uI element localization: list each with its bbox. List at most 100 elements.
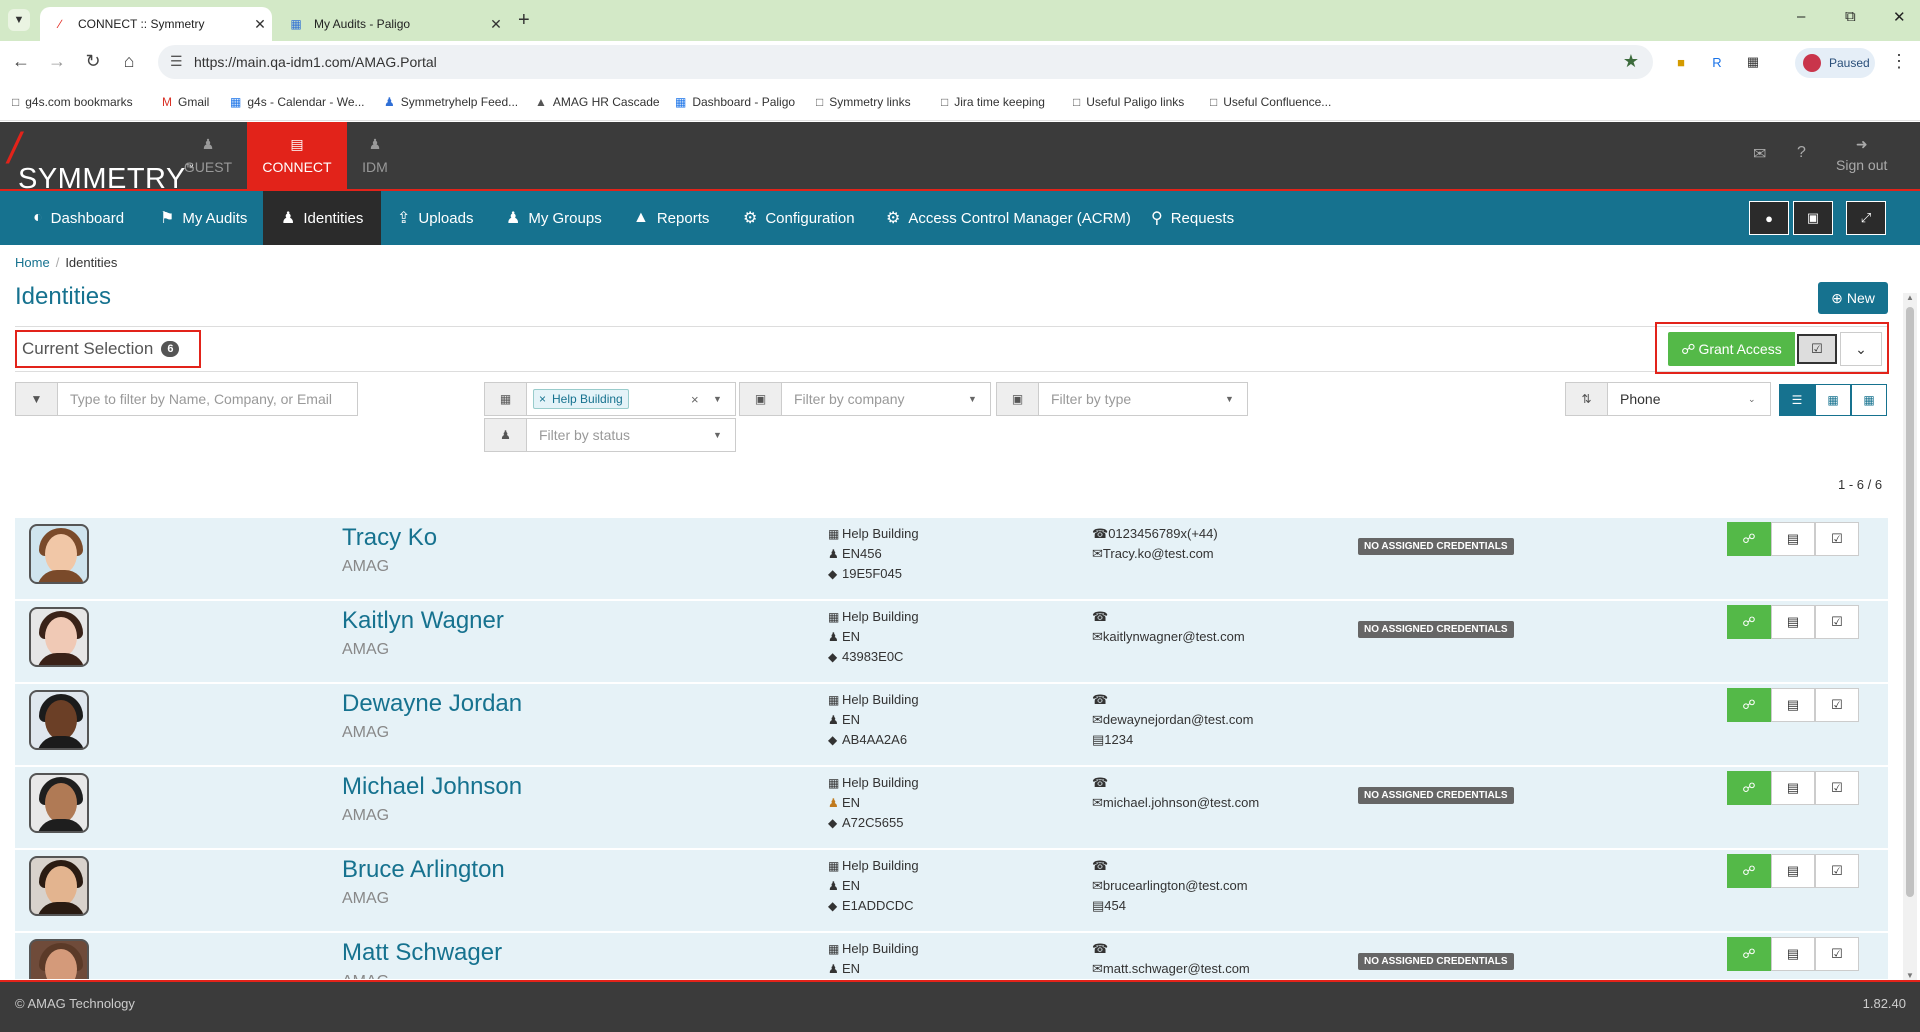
bookmark-item[interactable]: M Gmail xyxy=(162,95,209,109)
extensions-puzzle-icon[interactable]: ▦ xyxy=(1743,52,1763,72)
actions-dropdown-button[interactable]: ⌄ xyxy=(1840,332,1882,366)
current-selection[interactable]: Current Selection 6 xyxy=(15,330,201,368)
nav-my-groups[interactable]: ♟ My Groups xyxy=(488,191,620,245)
sort-select[interactable]: ⇅ Phone ⌄ xyxy=(1565,382,1771,416)
identity-row[interactable]: Tracy Ko AMAG ▦ Help Building ♟ EN456 ◆ 19E… xyxy=(15,518,1888,600)
identity-row[interactable]: Kaitlyn Wagner AMAG ▦ Help Building ♟ EN ◆… xyxy=(15,601,1888,683)
back-icon[interactable]: ← xyxy=(9,51,33,72)
new-button[interactable]: ⊕ New xyxy=(1818,282,1888,314)
grant-access-row-button[interactable]: ☍ xyxy=(1727,522,1771,556)
avatar[interactable] xyxy=(29,939,89,979)
reload-icon[interactable]: ↻ xyxy=(81,51,105,72)
nav-my-audits[interactable]: ⚑ My Audits xyxy=(142,191,265,245)
scrollbar[interactable]: ▲ ▼ xyxy=(1903,293,1917,980)
search-input[interactable]: Type to filter by Name, Company, or Emai… xyxy=(58,391,357,407)
building-filter[interactable]: ▦ × Help Building × ▼ xyxy=(484,382,736,416)
avatar[interactable] xyxy=(29,773,89,833)
bookmark-item[interactable]: ♟ Symmetryhelp Feed... xyxy=(384,95,518,109)
select-all-button[interactable]: ☑ xyxy=(1797,334,1837,364)
identity-name[interactable]: Tracy Ko xyxy=(342,524,437,552)
bookmark-item[interactable]: □ Useful Paligo links xyxy=(1073,95,1184,109)
identity-row[interactable]: Dewayne Jordan AMAG ▦ Help Building ♟ EN ◆… xyxy=(15,684,1888,766)
mail-icon[interactable]: ✉ xyxy=(1753,144,1766,164)
credential-card-button[interactable]: ▤ xyxy=(1771,771,1815,805)
grant-access-row-button[interactable]: ☍ xyxy=(1727,854,1771,888)
select-row-button[interactable]: ☑ xyxy=(1815,937,1859,971)
nav-requests[interactable]: ⚲ Requests xyxy=(1133,191,1252,245)
bookmark-item[interactable]: ▲ AMAG HR Cascade xyxy=(535,95,660,109)
globe-button[interactable]: ● xyxy=(1749,201,1789,235)
grant-access-row-button[interactable]: ☍ xyxy=(1727,688,1771,722)
grid-view-button[interactable]: ▦ xyxy=(1815,384,1851,416)
table-view-button[interactable]: ▦ xyxy=(1851,384,1887,416)
nav-uploads[interactable]: ⇪ Uploads xyxy=(379,191,491,245)
scrollbar-thumb[interactable] xyxy=(1906,307,1914,897)
select-row-button[interactable]: ☑ xyxy=(1815,854,1859,888)
tab-search-button[interactable]: ▼ xyxy=(8,9,30,31)
remove-tag-icon[interactable]: × xyxy=(539,392,546,406)
status-filter[interactable]: ♟ Filter by status ▼ xyxy=(484,418,736,452)
bookmark-star-icon[interactable]: ★ xyxy=(1623,51,1639,72)
credential-card-button[interactable]: ▤ xyxy=(1771,937,1815,971)
select-row-button[interactable]: ☑ xyxy=(1815,771,1859,805)
extension-r-icon[interactable]: R xyxy=(1707,52,1727,72)
list-view-button[interactable]: ☰ xyxy=(1779,384,1815,416)
avatar[interactable] xyxy=(29,856,89,916)
home-icon[interactable]: ⌂ xyxy=(117,51,141,72)
bookmark-item[interactable]: ▦ g4s - Calendar - We... xyxy=(230,95,365,109)
bookmark-item[interactable]: □ Jira time keeping xyxy=(941,95,1045,109)
building-tag[interactable]: × Help Building xyxy=(533,389,629,409)
type-filter[interactable]: ▣ Filter by type ▼ xyxy=(996,382,1248,416)
sign-out-button[interactable]: ➜ Sign out xyxy=(1836,136,1887,173)
site-settings-icon[interactable]: ☰ xyxy=(170,53,183,70)
module-guest[interactable]: ♟ GUEST xyxy=(158,122,258,191)
nav-identities[interactable]: ♟ Identities xyxy=(263,191,382,245)
company-filter[interactable]: ▣ Filter by company ▼ xyxy=(739,382,991,416)
bookmark-item[interactable]: □ Symmetry links xyxy=(816,95,911,109)
help-icon[interactable]: ? xyxy=(1797,144,1806,162)
nav-acrm[interactable]: ⚙ Access Control Manager (ACRM) xyxy=(868,191,1149,245)
browser-tab[interactable]: ▦ My Audits - Paligo ✕ xyxy=(276,7,508,41)
fullscreen-button[interactable]: ⤢ xyxy=(1846,201,1886,235)
grant-access-row-button[interactable]: ☍ xyxy=(1727,771,1771,805)
new-tab-icon[interactable]: + xyxy=(518,9,530,32)
credential-card-button[interactable]: ▤ xyxy=(1771,522,1815,556)
scroll-up-icon[interactable]: ▲ xyxy=(1906,293,1914,302)
grant-access-row-button[interactable]: ☍ xyxy=(1727,937,1771,971)
bookmark-item[interactable]: □ g4s.com bookmarks xyxy=(12,95,133,109)
close-tab-icon[interactable]: ✕ xyxy=(248,16,272,33)
avatar[interactable] xyxy=(29,607,89,667)
grant-access-row-button[interactable]: ☍ xyxy=(1727,605,1771,639)
select-row-button[interactable]: ☑ xyxy=(1815,522,1859,556)
identity-name[interactable]: Michael Johnson xyxy=(342,773,522,801)
breadcrumb-home[interactable]: Home xyxy=(15,255,50,270)
grant-access-button[interactable]: ☍ Grant Access xyxy=(1668,332,1795,366)
identity-row[interactable]: Matt Schwager AMAG ▦Help Building ♟EN ◆ … xyxy=(15,933,1888,980)
avatar[interactable] xyxy=(29,524,89,584)
profile-button[interactable]: Paused xyxy=(1795,48,1875,78)
close-window-icon[interactable]: ✕ xyxy=(1893,8,1906,26)
nav-configuration[interactable]: ⚙ Configuration xyxy=(725,191,873,245)
identity-name[interactable]: Matt Schwager xyxy=(342,939,502,967)
identity-name[interactable]: Bruce Arlington xyxy=(342,856,505,884)
bookmark-item[interactable]: □ Useful Confluence... xyxy=(1210,95,1331,109)
browser-tab-active[interactable]: ∕ CONNECT :: Symmetry ✕ xyxy=(40,7,272,41)
restore-icon[interactable]: ⧉ xyxy=(1845,8,1856,25)
nav-reports[interactable]: ▲ Reports xyxy=(615,191,727,245)
browser-menu-icon[interactable]: ⋮ xyxy=(1890,51,1908,72)
credential-card-button[interactable]: ▤ xyxy=(1771,854,1815,888)
module-idm[interactable]: ♟ IDM xyxy=(325,122,425,191)
nav-dashboard[interactable]: ◐ Dashboard xyxy=(15,191,142,245)
close-tab-icon[interactable]: ✕ xyxy=(484,16,508,33)
extension-icon[interactable]: ■ xyxy=(1671,52,1691,72)
identity-row[interactable]: Bruce Arlington AMAG ▦ Help Building ♟ EN … xyxy=(15,850,1888,932)
identity-name[interactable]: Dewayne Jordan xyxy=(342,690,522,718)
address-bar[interactable]: ☰ https://main.qa-idm1.com/AMAG.Portal ★ xyxy=(158,45,1653,79)
scroll-down-icon[interactable]: ▼ xyxy=(1906,971,1914,980)
credential-card-button[interactable]: ▤ xyxy=(1771,688,1815,722)
identity-name[interactable]: Kaitlyn Wagner xyxy=(342,607,504,635)
select-row-button[interactable]: ☑ xyxy=(1815,605,1859,639)
credential-card-button[interactable]: ▤ xyxy=(1771,605,1815,639)
identity-row[interactable]: Michael Johnson AMAG ▦ Help Building ♟ EN … xyxy=(15,767,1888,849)
select-row-button[interactable]: ☑ xyxy=(1815,688,1859,722)
